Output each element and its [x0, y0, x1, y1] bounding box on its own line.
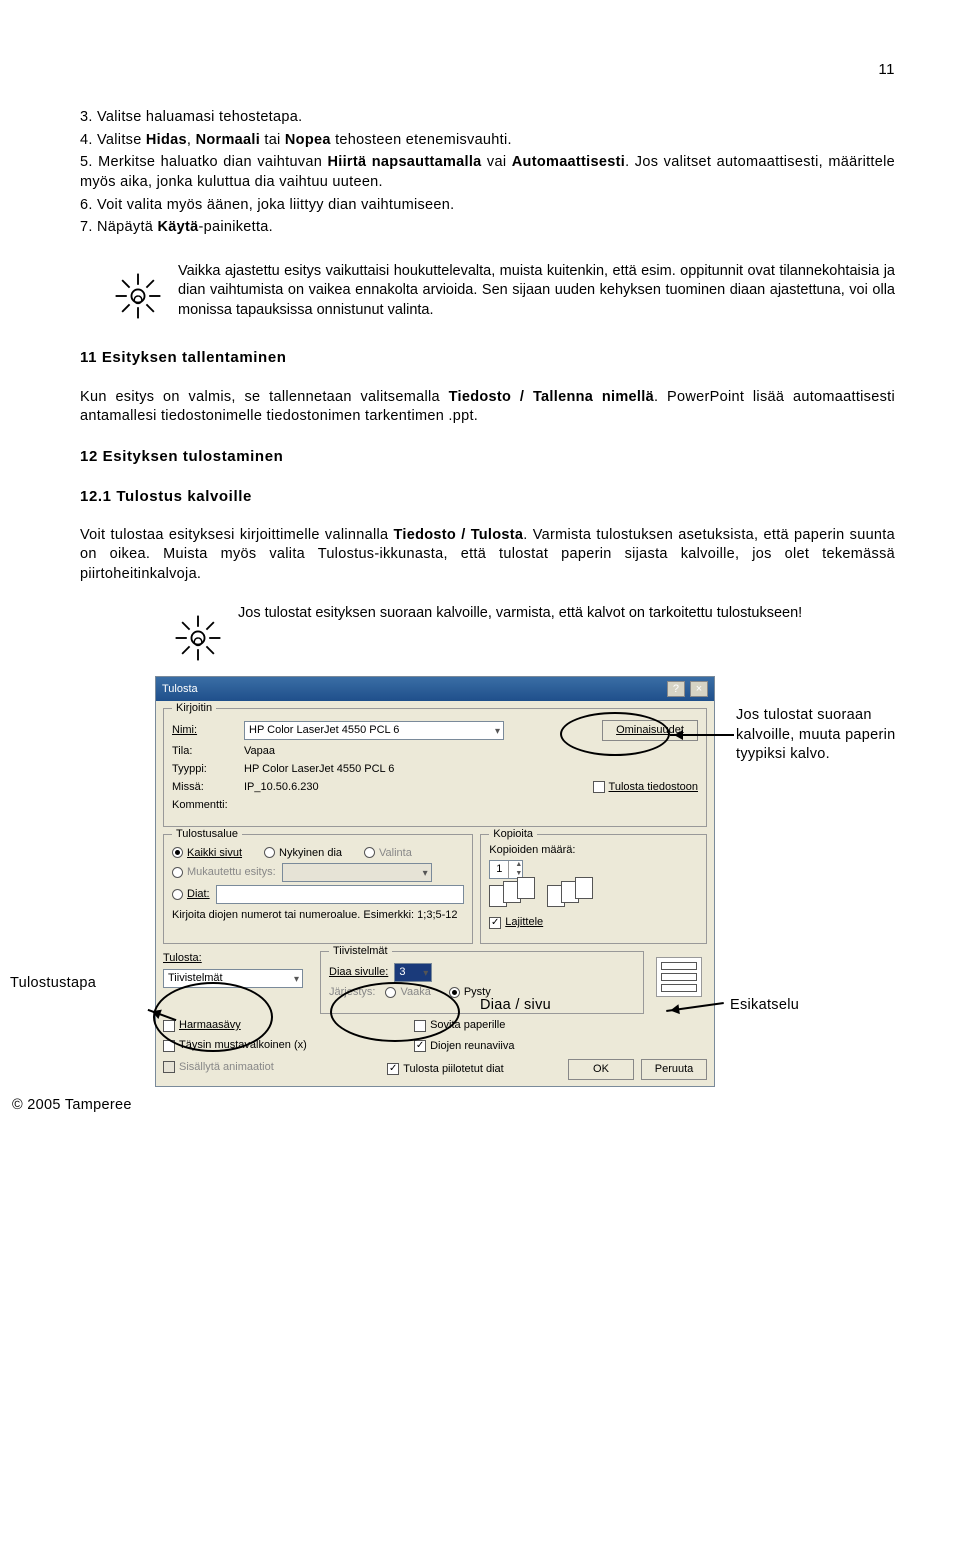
perpage-select[interactable]: 3 — [394, 963, 432, 982]
step: 4. Valitse Hidas, Normaali tai Nopea teh… — [80, 131, 895, 151]
printer-group: Kirjoitin Nimi: HP Color LaserJet 4550 P… — [163, 708, 707, 826]
step: 3. Valitse haluamasi tehostetapa. — [80, 108, 895, 128]
step: 5. Merkitse haluatko dian vaihtuvan Hiir… — [80, 153, 895, 192]
range-hint: Kirjoita diojen numerot tai numeroalue. … — [172, 908, 464, 923]
label-name: Nimi: — [172, 723, 244, 738]
print-what-select[interactable]: Tiivistelmät — [163, 969, 303, 988]
tip-text-1: Vaikka ajastettu esitys vaikuttaisi houk… — [178, 262, 895, 321]
value-state: Vapaa — [244, 744, 275, 759]
label-print: Tulosta: — [163, 951, 313, 966]
sun-icon — [170, 610, 226, 666]
copies-caption: Kopioita — [489, 827, 537, 842]
print-to-file-checkbox[interactable]: Tulosta tiedostoon — [593, 780, 698, 795]
para-11: Kun esitys on valmis, se tallennetaan va… — [80, 388, 895, 427]
heading-12-1: 12.1 Tulostus kalvoille — [80, 487, 895, 507]
collate-checkbox[interactable]: ✓Lajittele — [489, 915, 543, 930]
annotation-right-2: Esikatselu — [730, 996, 799, 1016]
para-12: Voit tulostaa esityksesi kirjoittimelle … — [80, 526, 895, 585]
print-dialog-area: Tulosta ? × Kirjoitin Nimi: HP Color Las… — [80, 676, 895, 1086]
radio-current[interactable]: Nykyinen dia — [264, 846, 342, 861]
arrow-1 — [670, 734, 734, 736]
frame-checkbox[interactable]: ✓Diojen reunaviiva — [414, 1039, 514, 1054]
range-caption: Tulostusalue — [172, 827, 242, 842]
tip-box-2: Jos tulostat esityksen suoraan kalvoille… — [170, 604, 895, 666]
radio-selection: Valinta — [364, 846, 412, 861]
radio-dias[interactable]: Diat: — [172, 887, 210, 902]
summary-caption: Tiivistelmät — [329, 944, 392, 959]
printer-caption: Kirjoitin — [172, 701, 216, 716]
label-type: Tyyppi: — [172, 762, 244, 777]
dialog-titlebar: Tulosta ? × — [156, 677, 714, 701]
radio-horiz: Vaaka — [385, 985, 430, 1000]
dialog-title: Tulosta — [162, 682, 198, 697]
label-order: Järjestys: — [329, 985, 375, 1000]
printer-select[interactable]: HP Color LaserJet 4550 PCL 6 — [244, 721, 504, 740]
range-group: Tulostusalue Kaikki sivut Nykyinen dia V… — [163, 834, 473, 945]
heading-11: 11 Esityksen tallentaminen — [80, 348, 895, 368]
close-button[interactable]: × — [690, 681, 708, 697]
value-type: HP Color LaserJet 4550 PCL 6 — [244, 762, 394, 777]
page-number: 11 — [80, 60, 895, 80]
step: 7. Näpäytä Käytä-painiketta. — [80, 218, 895, 238]
label-where: Missä: — [172, 780, 244, 795]
ok-button[interactable]: OK — [568, 1059, 634, 1080]
annotation-left: Tulostustapa — [10, 974, 96, 994]
print-dialog: Tulosta ? × Kirjoitin Nimi: HP Color Las… — [155, 676, 715, 1086]
label-copies: Kopioiden määrä: — [489, 843, 698, 858]
custom-select — [282, 863, 432, 882]
bw-checkbox[interactable]: Täysin mustavalkoinen (x) — [163, 1038, 307, 1053]
value-where: IP_10.50.6.230 — [244, 780, 319, 795]
copyright: © 2005 Tamperee — [12, 1096, 132, 1116]
radio-custom: Mukautettu esitys: — [172, 865, 276, 880]
copies-group: Kopioita Kopioiden määrä: 1▲▼ ✓Lajittele — [480, 834, 707, 945]
annotation-right-1: Jos tulostat suoraan kalvoille, muuta pa… — [736, 706, 896, 765]
cancel-button[interactable]: Peruuta — [641, 1059, 707, 1080]
label-state: Tila: — [172, 744, 244, 759]
dias-input[interactable] — [216, 885, 465, 904]
label-comment: Kommentti: — [172, 798, 244, 813]
step: 6. Voit valita myös äänen, joka liittyy … — [80, 196, 895, 216]
anim-checkbox: Sisällytä animaatiot — [163, 1060, 274, 1075]
label-perpage: Diaa sivulle: — [329, 965, 388, 980]
fit-checkbox[interactable]: Sovita paperille — [414, 1018, 505, 1033]
annotation-mid: Diaa / sivu — [480, 996, 551, 1016]
instruction-list: 3. Valitse haluamasi tehostetapa. 4. Vali… — [80, 108, 895, 237]
sun-icon — [110, 268, 166, 324]
properties-button[interactable]: Ominaisuudet — [602, 720, 698, 741]
tip-box-1: Vaikka ajastettu esitys vaikuttaisi houk… — [110, 262, 895, 324]
help-button[interactable]: ? — [667, 681, 685, 697]
tip-text-2: Jos tulostat esityksen suoraan kalvoille… — [238, 604, 802, 624]
preview-thumbs — [656, 957, 702, 997]
radio-all[interactable]: Kaikki sivut — [172, 846, 242, 861]
collate-preview — [489, 885, 698, 907]
heading-12: 12 Esityksen tulostaminen — [80, 447, 895, 467]
hidden-checkbox[interactable]: ✓Tulosta piilotetut diat — [387, 1062, 503, 1077]
